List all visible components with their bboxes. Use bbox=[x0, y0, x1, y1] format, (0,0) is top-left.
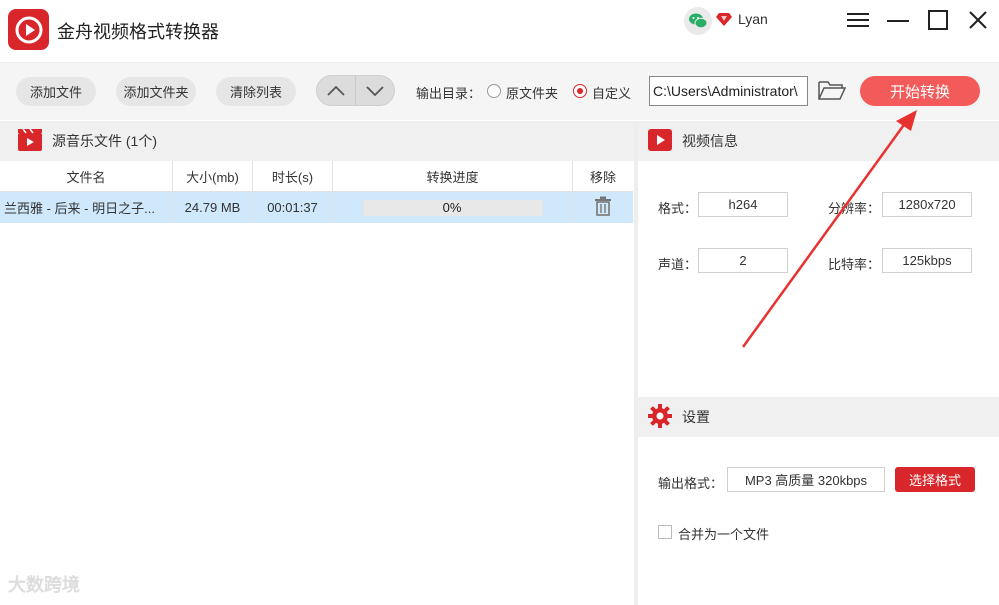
file-list-title: 源音乐文件 (1个) bbox=[52, 133, 157, 149]
info-panel: 视频信息 格式： h264 分辨率： 1280x720 声道： 2 比特率： 1… bbox=[638, 121, 999, 605]
bitrate-label: 比特率： bbox=[828, 257, 881, 272]
radio-original-folder[interactable] bbox=[487, 84, 501, 98]
file-list-panel: 源音乐文件 (1个) 文件名 大小(mb) 时长(s) 转换进度 移除 兰西雅 … bbox=[0, 121, 634, 605]
toolbar: 添加文件 添加文件夹 清除列表 输出目录： 原文件夹 自定义 C:\Users\… bbox=[0, 62, 999, 120]
folder-open-icon[interactable] bbox=[818, 79, 847, 104]
format-value: h264 bbox=[698, 192, 788, 217]
wechat-icon[interactable] bbox=[684, 7, 712, 35]
watermark: 大数跨境 bbox=[8, 575, 80, 595]
video-info-title: 视频信息 bbox=[682, 133, 738, 149]
clear-list-button[interactable]: 清除列表 bbox=[216, 77, 296, 106]
remove-cell bbox=[573, 192, 633, 223]
output-path-text: C:\Users\Administrator\ bbox=[653, 83, 798, 99]
video-info-header: 视频信息 bbox=[638, 121, 999, 161]
resolution-label: 分辨率： bbox=[828, 201, 881, 216]
progress-fill bbox=[362, 199, 364, 216]
move-down-icon[interactable] bbox=[356, 76, 394, 105]
settings-header: 设置 bbox=[638, 397, 999, 437]
table-row[interactable]: 兰西雅 - 后来 - 明日之子... 24.79 MB 00:01:37 0% bbox=[0, 192, 633, 223]
video-play-icon bbox=[648, 128, 672, 154]
radio-custom-folder[interactable] bbox=[573, 84, 587, 98]
output-dir-label: 输出目录： bbox=[416, 86, 482, 101]
music-file-icon bbox=[18, 128, 42, 154]
menu-icon[interactable] bbox=[846, 8, 870, 32]
app-title: 金舟视频格式转换器 bbox=[57, 22, 219, 42]
minimize-icon[interactable] bbox=[886, 8, 910, 32]
file-name-cell: 兰西雅 - 后来 - 明日之子... bbox=[0, 192, 173, 223]
close-icon[interactable] bbox=[966, 8, 990, 32]
start-convert-button[interactable]: 开始转换 bbox=[860, 76, 980, 106]
output-format-value: MP3 高质量 320kbps bbox=[727, 467, 885, 492]
settings-title: 设置 bbox=[682, 409, 710, 425]
duration-cell: 00:01:37 bbox=[253, 192, 333, 223]
progress-text: 0% bbox=[442, 200, 462, 215]
choose-format-button[interactable]: 选择格式 bbox=[895, 467, 975, 492]
format-label: 格式： bbox=[658, 201, 698, 216]
option-original-label[interactable]: 原文件夹 bbox=[506, 83, 558, 102]
add-file-button[interactable]: 添加文件 bbox=[16, 77, 96, 106]
channels-value: 2 bbox=[698, 248, 788, 273]
table-header: 文件名 大小(mb) 时长(s) 转换进度 移除 bbox=[0, 161, 633, 192]
app-logo-icon bbox=[8, 9, 49, 50]
progress-cell: 0% bbox=[333, 192, 573, 223]
maximize-icon[interactable] bbox=[926, 8, 950, 32]
resolution-value: 1280x720 bbox=[882, 192, 972, 217]
column-header: 移除 bbox=[589, 169, 616, 185]
progress-bar: 0% bbox=[362, 199, 543, 216]
gear-icon bbox=[648, 403, 672, 431]
move-up-icon[interactable] bbox=[317, 76, 356, 105]
title-bar: 金舟视频格式转换器 Lyan bbox=[0, 0, 999, 62]
file-size-cell: 24.79 MB bbox=[173, 192, 253, 223]
column-header: 转换进度 bbox=[333, 161, 573, 191]
merge-checkbox[interactable] bbox=[658, 525, 672, 539]
bitrate-value: 125kbps bbox=[882, 248, 972, 273]
channels-label: 声道： bbox=[658, 257, 698, 272]
output-format-label: 输出格式： bbox=[658, 476, 724, 491]
option-custom-label[interactable]: 自定义 bbox=[592, 83, 631, 102]
column-header: 时长(s) bbox=[253, 161, 333, 191]
column-header: 大小(mb) bbox=[173, 161, 253, 191]
add-folder-button[interactable]: 添加文件夹 bbox=[116, 77, 196, 106]
trash-icon[interactable] bbox=[594, 196, 612, 219]
merge-label[interactable]: 合并为一个文件 bbox=[678, 524, 769, 543]
username[interactable]: Lyan bbox=[738, 11, 768, 27]
vip-diamond-icon bbox=[716, 12, 732, 29]
column-header: 文件名 bbox=[0, 161, 173, 191]
output-path-input[interactable]: C:\Users\Administrator\ bbox=[649, 76, 808, 106]
file-list-header: 源音乐文件 (1个) bbox=[0, 121, 634, 161]
reorder-buttons bbox=[316, 75, 395, 106]
